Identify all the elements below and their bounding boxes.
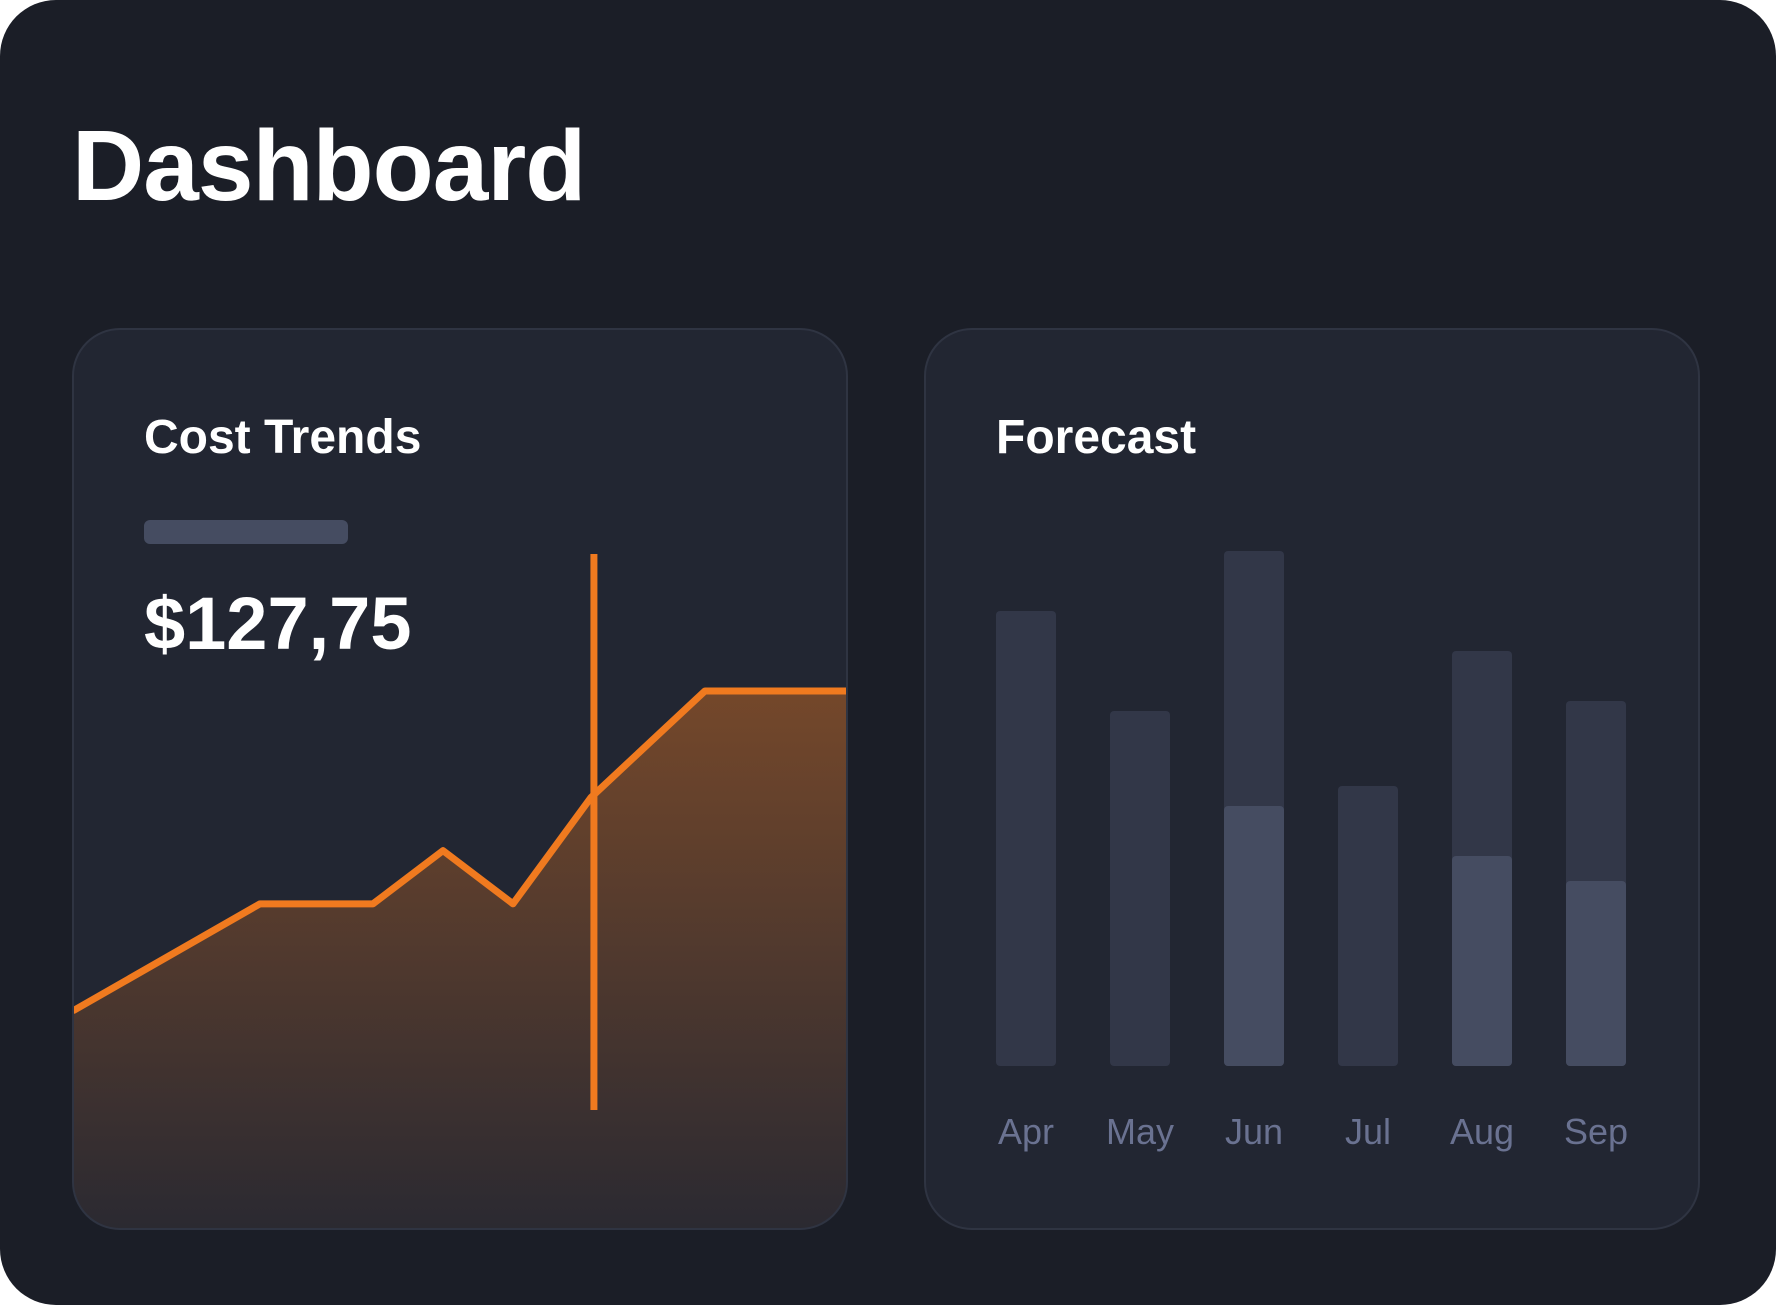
month-label-apr: Apr xyxy=(998,1111,1054,1152)
month-label-aug: Aug xyxy=(1450,1111,1514,1152)
forecast-bar-fill-jun xyxy=(1224,806,1284,1066)
forecast-bar-fill-sep xyxy=(1566,881,1626,1066)
page-title: Dashboard xyxy=(72,110,586,222)
cost-trends-chart[interactable] xyxy=(74,330,848,1230)
month-label-may: May xyxy=(1106,1111,1174,1152)
cost-trends-card[interactable]: Cost Trends $127,75 xyxy=(72,328,848,1230)
dashboard-window: Dashboard Cost Trends $127,75 Forecast A… xyxy=(0,0,1776,1305)
cost-area-fill xyxy=(74,690,846,1228)
month-label-jun: Jun xyxy=(1225,1111,1283,1152)
forecast-bar-jul xyxy=(1338,786,1398,1066)
forecast-bar-apr xyxy=(996,611,1056,1066)
forecast-bar-fill-aug xyxy=(1452,856,1512,1066)
forecast-chart[interactable]: Apr May Jun Jul Aug Sep xyxy=(926,330,1700,1230)
forecast-bar-may xyxy=(1110,711,1170,1066)
forecast-card[interactable]: Forecast Apr May Jun Jul Aug Sep xyxy=(924,328,1700,1230)
month-label-sep: Sep xyxy=(1564,1111,1628,1152)
month-label-jul: Jul xyxy=(1345,1111,1391,1152)
